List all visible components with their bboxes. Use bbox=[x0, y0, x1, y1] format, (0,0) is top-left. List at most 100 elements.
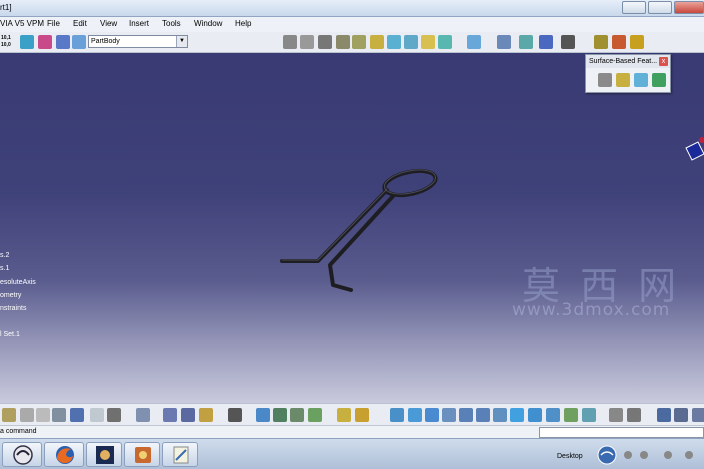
body-icon[interactable] bbox=[72, 35, 86, 49]
close-button[interactable] bbox=[674, 1, 704, 14]
groove-icon[interactable] bbox=[336, 35, 350, 49]
notes-icon bbox=[173, 446, 189, 464]
transform-icon[interactable] bbox=[497, 35, 511, 49]
table-icon[interactable] bbox=[657, 408, 671, 422]
menu-insert[interactable]: Insert bbox=[129, 19, 149, 28]
taskbar-media-button[interactable] bbox=[86, 442, 122, 467]
print-icon[interactable] bbox=[136, 408, 150, 422]
redo-icon[interactable] bbox=[90, 408, 104, 422]
sketch-icon[interactable] bbox=[20, 35, 34, 49]
measure-icon[interactable] bbox=[561, 35, 575, 49]
constraint-icon[interactable] bbox=[337, 408, 351, 422]
taskbar-notes-button[interactable] bbox=[162, 442, 198, 467]
formula-icon[interactable] bbox=[609, 408, 623, 422]
shaft-icon[interactable] bbox=[318, 35, 332, 49]
fit-icon[interactable] bbox=[408, 408, 422, 422]
stack-icon[interactable] bbox=[56, 35, 70, 49]
menu-view[interactable]: View bbox=[100, 19, 117, 28]
camera-icon[interactable] bbox=[228, 408, 242, 422]
slot-icon[interactable] bbox=[387, 35, 401, 49]
close-surface-icon[interactable] bbox=[634, 73, 648, 87]
swap-space-icon[interactable] bbox=[582, 408, 596, 422]
thick-surface-icon[interactable] bbox=[616, 73, 630, 87]
tree-icon[interactable] bbox=[674, 408, 688, 422]
coord-top: 10,1 bbox=[1, 35, 11, 41]
hide-show-icon[interactable] bbox=[564, 408, 578, 422]
part-model[interactable] bbox=[0, 53, 704, 403]
render-icon[interactable] bbox=[612, 35, 626, 49]
3d-viewport[interactable]: s.2 s.1 esoluteAxis ometry nstraints l S… bbox=[0, 53, 704, 403]
loft-icon[interactable] bbox=[421, 35, 435, 49]
minimize-button[interactable] bbox=[622, 1, 646, 14]
stiffener-icon[interactable] bbox=[404, 35, 418, 49]
tray-icon[interactable] bbox=[638, 449, 650, 461]
taskbar: Desktop bbox=[0, 438, 704, 469]
comment-icon[interactable] bbox=[627, 408, 641, 422]
app-icon bbox=[135, 447, 151, 463]
iso-view-icon[interactable] bbox=[528, 408, 542, 422]
pan-icon[interactable] bbox=[199, 408, 213, 422]
fit-all-icon[interactable] bbox=[181, 408, 195, 422]
pattern-icon[interactable] bbox=[539, 35, 553, 49]
copy-icon[interactable] bbox=[36, 408, 50, 422]
fly-icon[interactable] bbox=[390, 408, 404, 422]
menu-tools[interactable]: Tools bbox=[162, 19, 181, 28]
mirror-icon[interactable] bbox=[519, 35, 533, 49]
rib-icon[interactable] bbox=[370, 35, 384, 49]
menu-help[interactable]: Help bbox=[235, 19, 251, 28]
taskbar-app-button[interactable] bbox=[124, 442, 160, 467]
zoom-out-icon[interactable] bbox=[476, 408, 490, 422]
help-icon[interactable] bbox=[107, 408, 121, 422]
multi-view-icon[interactable] bbox=[510, 408, 524, 422]
update-icon[interactable] bbox=[2, 408, 16, 422]
normal-view-icon[interactable] bbox=[493, 408, 507, 422]
undo-icon[interactable] bbox=[70, 408, 84, 422]
catia-icon bbox=[13, 445, 33, 465]
menu-file[interactable]: File bbox=[47, 19, 60, 28]
axis-icon[interactable] bbox=[38, 35, 52, 49]
tray-icon[interactable] bbox=[683, 449, 695, 461]
status-bar: a command bbox=[0, 425, 704, 438]
status-message: a command bbox=[0, 428, 37, 435]
shading-icon[interactable] bbox=[546, 408, 560, 422]
bottom-toolbar bbox=[0, 403, 704, 425]
partbody-select[interactable]: PartBody ▼ bbox=[88, 35, 188, 48]
part-design-icon[interactable] bbox=[273, 408, 287, 422]
hole-icon[interactable] bbox=[352, 35, 366, 49]
desktop-label[interactable]: Desktop bbox=[557, 453, 583, 460]
close-icon[interactable]: x bbox=[659, 57, 668, 66]
compass-icon[interactable] bbox=[684, 136, 704, 166]
network-icon[interactable] bbox=[596, 444, 618, 466]
tray-icon[interactable] bbox=[622, 449, 634, 461]
knowledge-icon[interactable] bbox=[630, 35, 644, 49]
rotate-icon[interactable] bbox=[442, 408, 456, 422]
sketcher-icon[interactable] bbox=[256, 408, 270, 422]
drafting-icon[interactable] bbox=[308, 408, 322, 422]
menu-edit[interactable]: Edit bbox=[73, 19, 87, 28]
tray-icon[interactable] bbox=[662, 449, 674, 461]
cut-icon[interactable] bbox=[20, 408, 34, 422]
pad-icon[interactable] bbox=[283, 35, 297, 49]
floating-toolbar-title[interactable]: Surface-Based Feat... bbox=[586, 55, 670, 68]
analysis-icon[interactable] bbox=[355, 408, 369, 422]
move-icon[interactable] bbox=[425, 408, 439, 422]
watermark-url: www.3dmox.com bbox=[512, 300, 671, 320]
pocket-icon[interactable] bbox=[300, 35, 314, 49]
paste-icon[interactable] bbox=[52, 408, 66, 422]
maximize-button[interactable] bbox=[648, 1, 672, 14]
menu-bar: VIA V5 VPM File Edit View Insert Tools W… bbox=[0, 17, 704, 32]
fly-mode-icon[interactable] bbox=[163, 408, 177, 422]
taskbar-firefox-button[interactable] bbox=[44, 442, 84, 467]
split-icon[interactable] bbox=[598, 73, 612, 87]
remove-loft-icon[interactable] bbox=[438, 35, 452, 49]
sew-surface-icon[interactable] bbox=[652, 73, 666, 87]
material-icon[interactable] bbox=[594, 35, 608, 49]
zoom-in-icon[interactable] bbox=[459, 408, 473, 422]
more-icon[interactable] bbox=[692, 408, 704, 422]
chevron-down-icon: ▼ bbox=[176, 36, 187, 47]
assembly-icon[interactable] bbox=[290, 408, 304, 422]
surface-icon[interactable] bbox=[467, 35, 481, 49]
command-input[interactable] bbox=[539, 427, 704, 438]
menu-window[interactable]: Window bbox=[194, 19, 222, 28]
taskbar-catia-button[interactable] bbox=[2, 442, 42, 467]
